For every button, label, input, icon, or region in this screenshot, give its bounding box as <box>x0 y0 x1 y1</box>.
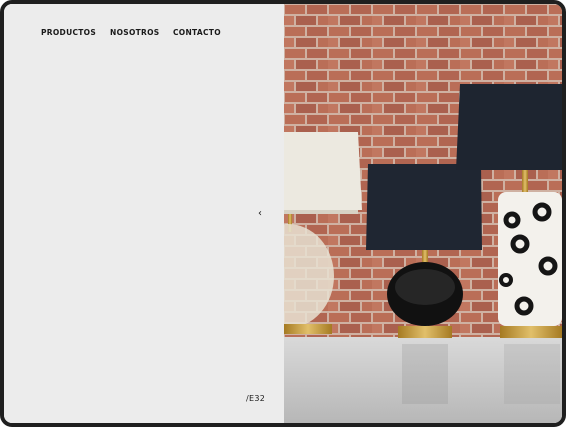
nav-nosotros-link[interactable]: NOSOTROS <box>110 28 160 37</box>
product-photo <box>284 4 562 423</box>
nav-contacto-link[interactable]: CONTACTO <box>173 28 221 37</box>
product-code: /E32 <box>246 394 266 403</box>
left-panel: PRODUCTOS NOSOTROS CONTACTO ‹ /E32 <box>4 4 284 423</box>
nav-productos-link[interactable]: PRODUCTOS <box>41 28 96 37</box>
lamps-image <box>284 4 562 423</box>
browser-frame: PRODUCTOS NOSOTROS CONTACTO ‹ /E32 <box>0 0 566 427</box>
chevron-left-icon[interactable]: ‹ <box>258 208 262 219</box>
